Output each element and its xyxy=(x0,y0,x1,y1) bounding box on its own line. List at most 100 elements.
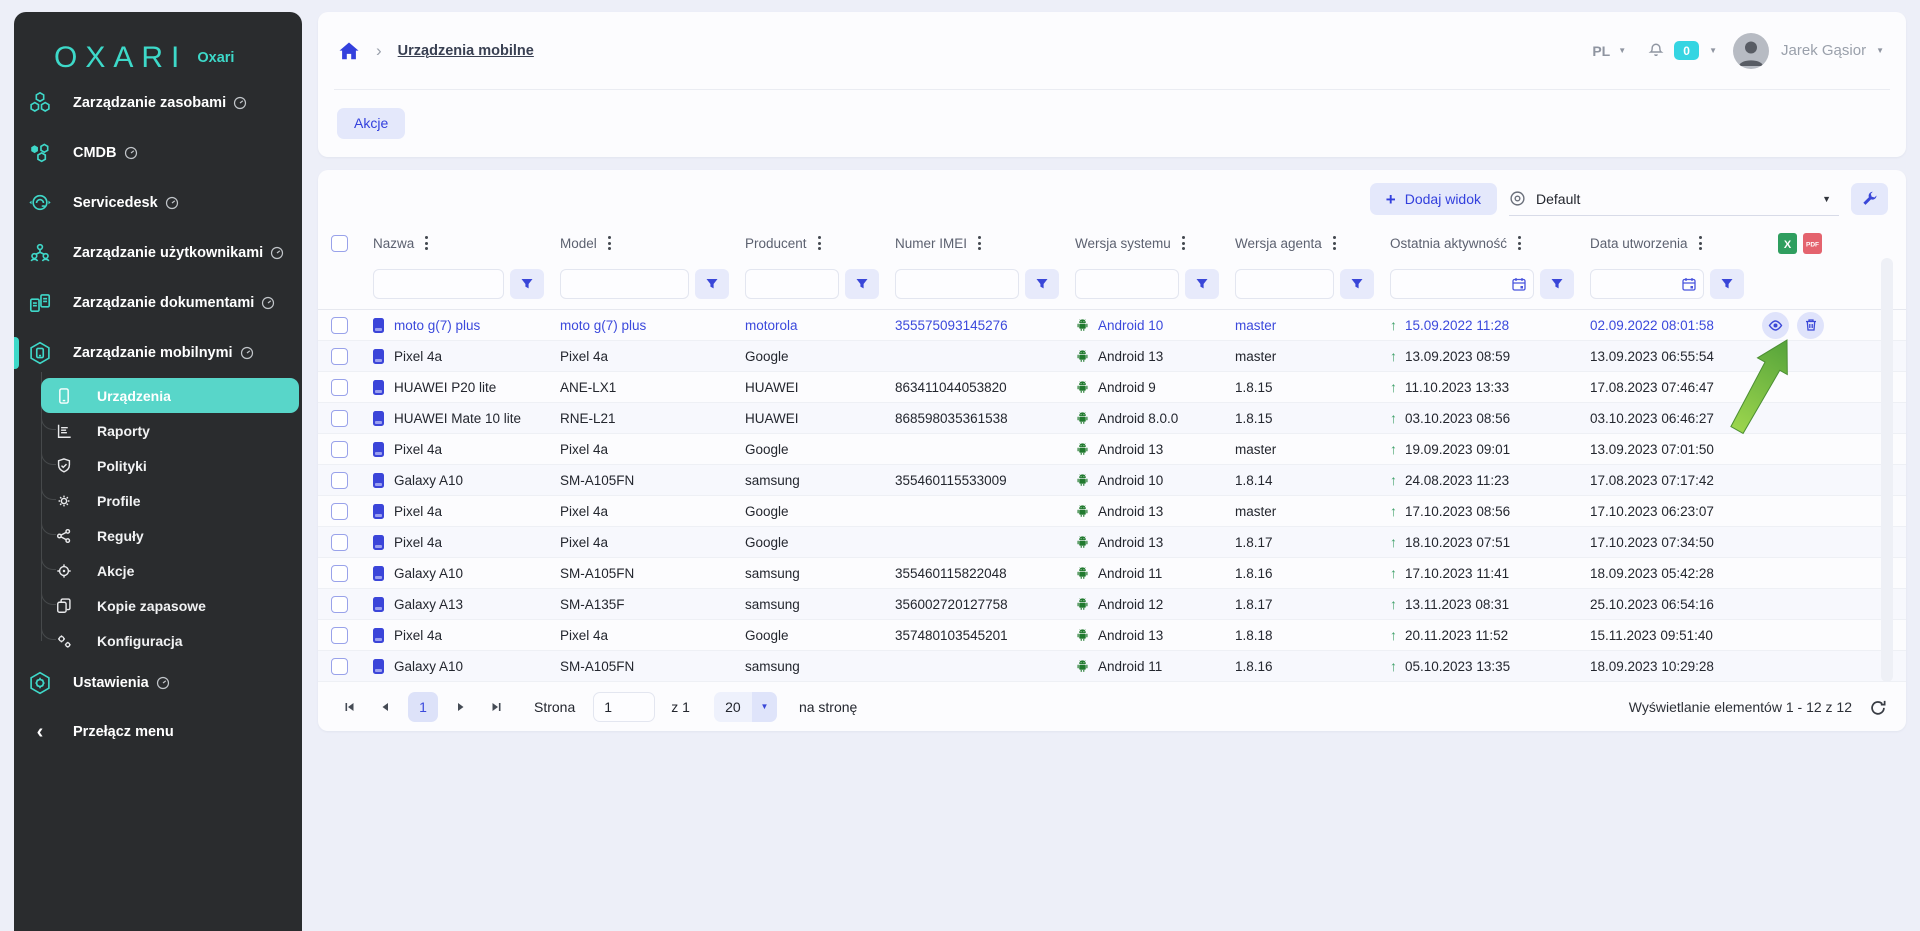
select-all-checkbox[interactable] xyxy=(331,235,348,252)
table-row[interactable]: HUAWEI Mate 10 lite RNE-L21 HUAWEI 86859… xyxy=(318,403,1906,434)
column-header-producent[interactable]: Producent xyxy=(745,234,895,252)
calendar-icon[interactable] xyxy=(1681,276,1697,292)
device-model[interactable]: Pixel 4a xyxy=(560,504,745,519)
table-row[interactable]: Pixel 4a Pixel 4a Google Android 13 mast… xyxy=(318,496,1906,527)
device-producer[interactable]: samsung xyxy=(745,659,895,674)
column-header-model[interactable]: Model xyxy=(560,234,745,252)
device-name[interactable]: Galaxy A10 xyxy=(394,659,463,674)
device-model[interactable]: Pixel 4a xyxy=(560,535,745,550)
row-checkbox[interactable] xyxy=(331,596,348,613)
row-checkbox[interactable] xyxy=(331,379,348,396)
kebab-menu-icon[interactable] xyxy=(1516,234,1523,252)
device-name[interactable]: Pixel 4a xyxy=(394,504,442,519)
page-number-input[interactable] xyxy=(593,692,655,722)
device-model[interactable]: Pixel 4a xyxy=(560,628,745,643)
sidebar-subitem-profile[interactable]: Profile xyxy=(41,483,299,518)
filter-funnel-icon[interactable] xyxy=(845,269,879,299)
kebab-menu-icon[interactable] xyxy=(423,234,430,252)
filter-funnel-icon[interactable] xyxy=(510,269,544,299)
device-model[interactable]: SM-A105FN xyxy=(560,473,745,488)
table-row[interactable]: moto g(7) plus moto g(7) plus motorola 3… xyxy=(318,310,1906,341)
chevron-down-icon[interactable]: ▼ xyxy=(1618,46,1626,55)
device-name[interactable]: Galaxy A10 xyxy=(394,473,463,488)
device-name[interactable]: HUAWEI Mate 10 lite xyxy=(394,411,521,426)
row-checkbox[interactable] xyxy=(331,317,348,334)
device-name[interactable]: HUAWEI P20 lite xyxy=(394,380,496,395)
row-checkbox[interactable] xyxy=(331,472,348,489)
table-row[interactable]: Pixel 4a Pixel 4a Google Android 13 mast… xyxy=(318,434,1906,465)
device-model[interactable]: ANE-LX1 xyxy=(560,380,745,395)
filter-input-nazwa[interactable] xyxy=(373,269,504,299)
kebab-menu-icon[interactable] xyxy=(816,234,823,252)
device-model[interactable]: SM-A105FN xyxy=(560,659,745,674)
sidebar-item-zarzadzanie-zasobami[interactable]: Zarządzanie zasobami xyxy=(14,78,302,128)
device-name[interactable]: Galaxy A10 xyxy=(394,566,463,581)
created-date[interactable]: 02.09.2022 08:01:58 xyxy=(1590,318,1760,333)
row-checkbox[interactable] xyxy=(331,441,348,458)
column-header-numer-imei[interactable]: Numer IMEI xyxy=(895,234,1075,252)
home-icon[interactable] xyxy=(338,41,360,61)
row-checkbox[interactable] xyxy=(331,627,348,644)
table-row[interactable]: Pixel 4a Pixel 4a Google 357480103545201… xyxy=(318,620,1906,651)
refresh-icon[interactable] xyxy=(1868,697,1888,717)
device-producer[interactable]: Google xyxy=(745,442,895,457)
previous-page-button[interactable] xyxy=(372,694,398,720)
device-imei[interactable]: 355575093145276 xyxy=(895,318,1075,333)
notifications-bell-icon[interactable] xyxy=(1646,40,1666,61)
device-producer[interactable]: samsung xyxy=(745,473,895,488)
pdf-export-icon[interactable]: PDF xyxy=(1803,233,1822,254)
table-row[interactable]: Galaxy A13 SM-A135F samsung 356002720127… xyxy=(318,589,1906,620)
device-name[interactable]: moto g(7) plus xyxy=(394,318,480,333)
device-producer[interactable]: samsung xyxy=(745,566,895,581)
table-row[interactable]: Galaxy A10 SM-A105FN samsung 35546011582… xyxy=(318,558,1906,589)
first-page-button[interactable] xyxy=(336,694,362,720)
device-producer[interactable]: HUAWEI xyxy=(745,380,895,395)
device-producer[interactable]: Google xyxy=(745,628,895,643)
device-model[interactable]: moto g(7) plus xyxy=(560,318,745,333)
sidebar-subitem-konfiguracja[interactable]: Konfiguracja xyxy=(41,623,299,658)
table-row[interactable]: Pixel 4a Pixel 4a Google Android 13 1.8.… xyxy=(318,527,1906,558)
column-header-nazwa[interactable]: Nazwa xyxy=(373,234,560,252)
vertical-scrollbar[interactable] xyxy=(1881,258,1893,682)
sidebar-subitem-urzadzenia[interactable]: Urządzenia xyxy=(41,378,299,413)
page-number-button[interactable]: 1 xyxy=(408,692,438,722)
sidebar-item-zarzadzanie-mobilnymi[interactable]: Zarządzanie mobilnymi xyxy=(14,328,302,378)
sidebar-item-zarzadzanie-dokumentami[interactable]: Zarządzanie dokumentami xyxy=(14,278,302,328)
next-page-button[interactable] xyxy=(448,694,474,720)
column-header-ostatnia-aktywnosc[interactable]: Ostatnia aktywność xyxy=(1390,234,1590,252)
breadcrumb-current[interactable]: Urządzenia mobilne xyxy=(398,43,534,59)
sidebar-subitem-kopie-zapasowe[interactable]: Kopie zapasowe xyxy=(41,588,299,623)
device-producer[interactable]: Google xyxy=(745,504,895,519)
sidebar-item-zarzadzanie-uzytkownikami[interactable]: Zarządzanie użytkownikami xyxy=(14,228,302,278)
filter-funnel-icon[interactable] xyxy=(1025,269,1059,299)
menu-toggle[interactable]: ‹ Przełącz menu xyxy=(27,717,174,747)
last-page-button[interactable] xyxy=(484,694,510,720)
sidebar-item-servicedesk[interactable]: Servicedesk xyxy=(14,178,302,228)
column-header-wersja-systemu[interactable]: Wersja systemu xyxy=(1075,234,1235,252)
device-producer[interactable]: motorola xyxy=(745,318,895,333)
table-row[interactable]: Galaxy A10 SM-A105FN samsung 35546011553… xyxy=(318,465,1906,496)
row-checkbox[interactable] xyxy=(331,565,348,582)
kebab-menu-icon[interactable] xyxy=(606,234,613,252)
akcje-button[interactable]: Akcje xyxy=(337,108,405,139)
kebab-menu-icon[interactable] xyxy=(1180,234,1187,252)
row-checkbox[interactable] xyxy=(331,503,348,520)
device-producer[interactable]: Google xyxy=(745,535,895,550)
filter-input-model[interactable] xyxy=(560,269,689,299)
row-checkbox[interactable] xyxy=(331,410,348,427)
filter-input-wersja-systemu[interactable] xyxy=(1075,269,1179,299)
table-row[interactable]: Pixel 4a Pixel 4a Google Android 13 mast… xyxy=(318,341,1906,372)
add-view-button[interactable]: + Dodaj widok xyxy=(1370,183,1497,215)
device-name[interactable]: Pixel 4a xyxy=(394,628,442,643)
filter-funnel-icon[interactable] xyxy=(1540,269,1574,299)
logo[interactable]: OXARI Oxari xyxy=(14,12,302,78)
device-name[interactable]: Pixel 4a xyxy=(394,349,442,364)
table-row[interactable]: HUAWEI P20 lite ANE-LX1 HUAWEI 863411044… xyxy=(318,372,1906,403)
kebab-menu-icon[interactable] xyxy=(976,234,983,252)
device-name[interactable]: Pixel 4a xyxy=(394,442,442,457)
excel-export-icon[interactable]: X xyxy=(1778,233,1797,254)
kebab-menu-icon[interactable] xyxy=(1697,234,1704,252)
device-model[interactable]: SM-A135F xyxy=(560,597,745,612)
table-settings-button[interactable] xyxy=(1851,183,1888,215)
view-select[interactable]: Default ▼ xyxy=(1509,182,1839,216)
